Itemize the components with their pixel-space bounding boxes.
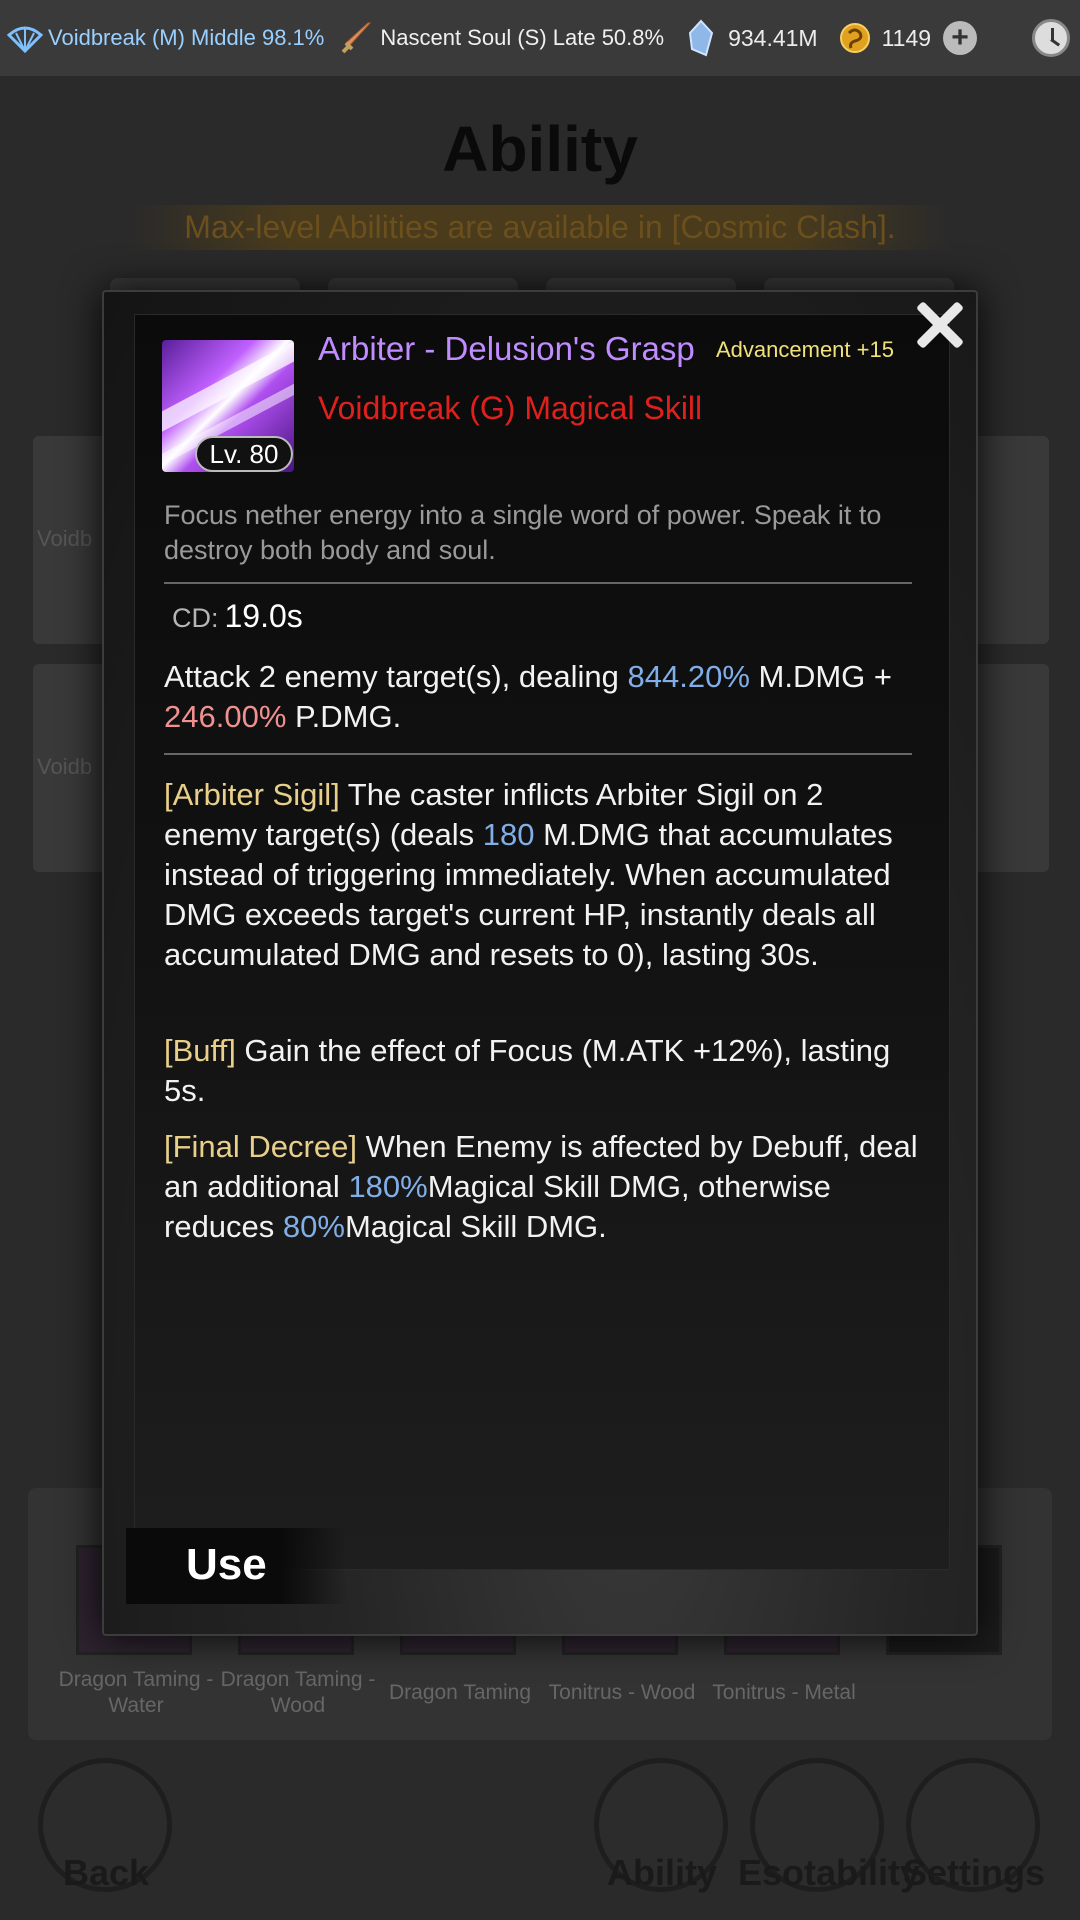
cooldown-value: 19.0s: [224, 598, 303, 634]
skill-slot-label-4: Tonitrus - Wood: [548, 1681, 696, 1704]
skill-level-badge: Lv. 80: [195, 436, 293, 472]
buff-tag: [Buff]: [164, 1033, 236, 1068]
settings-nav-label: Settings: [902, 1852, 1045, 1893]
page-notice: Max-level Abilities are available in [Co…: [130, 205, 950, 250]
cultivation-secondary-text: Nascent Soul (S) Late 50.8%: [380, 25, 665, 50]
currency-two-counter: 1149 +: [836, 19, 978, 57]
cultivation-main[interactable]: Voidbreak (M) Middle 98.1%: [6, 19, 324, 57]
advancement-label: Advancement +15: [716, 337, 894, 362]
pdmg-percent: 246.00%: [164, 699, 287, 734]
cultivation-secondary[interactable]: Nascent Soul (S) Late 50.8%: [338, 19, 664, 57]
final-decree-effect: [Final Decree] When Enemy is affected by…: [164, 1127, 920, 1247]
buff-effect: [Buff] Gain the effect of Focus (M.ATK +…: [164, 1031, 920, 1111]
skill-description: Focus nether energy into a single word o…: [164, 500, 882, 565]
divider-top: [164, 582, 912, 584]
attack-text-2: M.DMG +: [749, 659, 892, 694]
final-decree-penalty: 80%: [282, 1209, 345, 1244]
attack-text-1: Attack 2 enemy target(s), dealing: [164, 659, 628, 694]
arbiter-sigil-tag: [Arbiter Sigil]: [164, 777, 340, 812]
back-label: Back: [62, 1852, 150, 1893]
coin-icon: [836, 19, 874, 57]
skill-type: Voidbreak (G) Magical Skill: [318, 390, 703, 426]
skill-slot-label-3: Dragon Taming: [388, 1681, 532, 1704]
final-decree-bonus: 180%: [348, 1169, 428, 1204]
spirit-stone-value: 934.41M: [728, 24, 818, 51]
bg-card-1-text: Voidb: [37, 526, 93, 551]
final-decree-tag: [Final Decree]: [164, 1129, 357, 1164]
ability-nav-label: Ability: [606, 1852, 717, 1893]
esotability-nav-label: Esotability: [738, 1852, 921, 1893]
attack-text-3: P.DMG.: [286, 699, 402, 734]
fan-icon: [6, 19, 44, 57]
sword-icon: [338, 19, 376, 57]
final-decree-text-3: Magical Skill DMG.: [344, 1209, 607, 1244]
cooldown-label: CD:: [172, 603, 219, 633]
buff-text: Gain the effect of Focus (M.ATK +12%), l…: [164, 1033, 891, 1108]
cooldown-row: CD: 19.0s: [172, 598, 303, 635]
bg-card-2-text: Voidb: [37, 754, 93, 779]
top-status-bar: Voidbreak (M) Middle 98.1% Nascent Soul …: [0, 0, 1080, 76]
plus-icon[interactable]: +: [943, 21, 978, 55]
skill-slot-label-1: Dragon Taming - Water: [58, 1668, 214, 1717]
arbiter-sigil-value: 180: [482, 817, 535, 852]
arbiter-sigil-effect: [Arbiter Sigil] The caster inflicts Arbi…: [164, 775, 920, 975]
use-button-label: Use: [186, 1540, 267, 1589]
crystal-icon: [682, 19, 720, 57]
mdmg-percent: 844.20%: [627, 659, 750, 694]
spirit-stone-counter: 934.41M: [682, 19, 818, 57]
skill-name: Arbiter - Delusion's Grasp: [318, 330, 695, 367]
attack-effect: Attack 2 enemy target(s), dealing 844.20…: [164, 657, 920, 737]
page-title: Ability: [442, 113, 638, 185]
skill-slot-label-2: Dragon Taming - Wood: [220, 1668, 376, 1717]
currency-two-value: 1149: [881, 24, 932, 51]
use-button[interactable]: Use: [126, 1528, 346, 1604]
divider-bottom: [164, 753, 912, 755]
close-icon[interactable]: [915, 300, 965, 350]
skill-slot-label-5: Tonitrus - Metal: [712, 1681, 856, 1704]
clock-icon[interactable]: [1032, 19, 1070, 57]
cultivation-main-text: Voidbreak (M) Middle 98.1%: [48, 25, 325, 50]
